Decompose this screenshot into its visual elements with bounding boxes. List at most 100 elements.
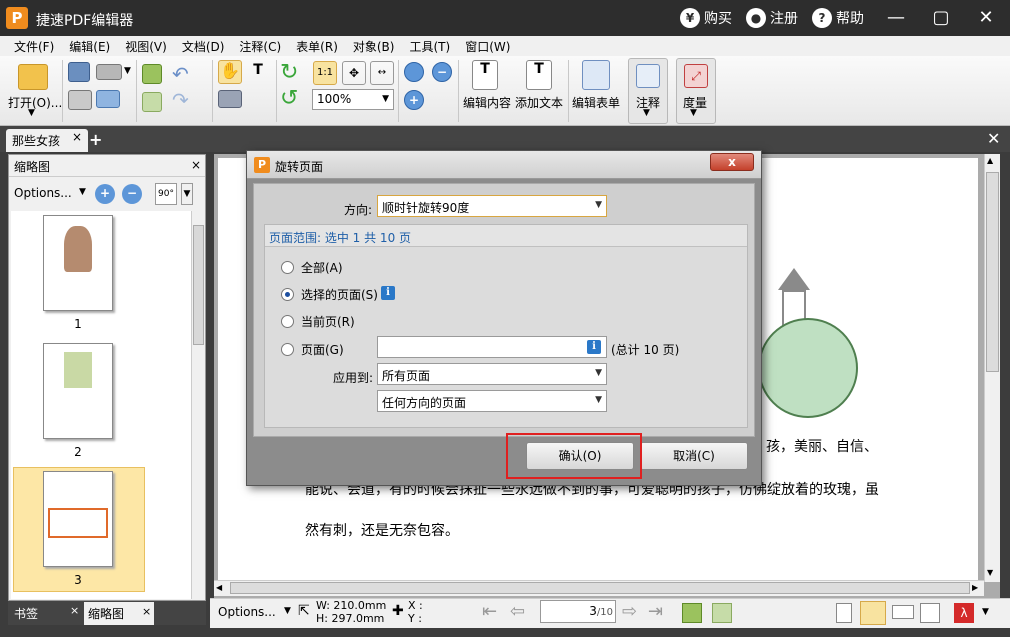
menu-comment[interactable]: 注释(C) bbox=[239, 38, 281, 55]
rotate-ccw-icon[interactable]: ↺ bbox=[280, 86, 298, 111]
thumb-zoom-in-icon[interactable]: + bbox=[95, 184, 115, 204]
status-options-dropdown-icon[interactable]: ▼ bbox=[284, 606, 291, 616]
register-button[interactable]: ● 注册 bbox=[746, 8, 798, 28]
redo-icon[interactable]: ↷ bbox=[172, 88, 189, 112]
apply-to-select[interactable]: 所有页面 ▼ bbox=[377, 363, 607, 385]
fit-page-icon[interactable]: ✥ bbox=[342, 61, 366, 85]
rotate-cw-icon[interactable]: ↻ bbox=[280, 60, 298, 85]
select-text-icon[interactable]: T bbox=[246, 62, 270, 84]
export-icon[interactable] bbox=[142, 92, 162, 112]
menu-view[interactable]: 视图(V) bbox=[125, 38, 167, 55]
menu-tools[interactable]: 工具(T) bbox=[409, 38, 450, 55]
go-forward-icon[interactable] bbox=[712, 603, 732, 623]
undo-icon[interactable]: ↶ bbox=[172, 62, 189, 86]
maximize-icon[interactable]: ▢ bbox=[927, 6, 955, 30]
single-page-view-icon[interactable] bbox=[836, 603, 852, 623]
bookmarks-tab-close-icon[interactable]: × bbox=[70, 604, 79, 617]
thumbnail-page-3[interactable] bbox=[43, 471, 113, 567]
minimize-icon[interactable]: — bbox=[882, 6, 910, 30]
annotate-dropdown-icon[interactable]: ▼ bbox=[643, 108, 650, 118]
last-page-icon[interactable]: ⇥ bbox=[648, 601, 663, 622]
buy-button[interactable]: ¥ 购买 bbox=[680, 8, 732, 28]
close-document-icon[interactable]: ✕ bbox=[987, 129, 1000, 148]
email-icon[interactable] bbox=[96, 90, 120, 108]
radio-page-range[interactable] bbox=[281, 343, 294, 356]
save-icon[interactable] bbox=[68, 62, 90, 82]
menu-document[interactable]: 文档(D) bbox=[182, 38, 225, 55]
illustration-bush bbox=[758, 318, 858, 418]
direction-dropdown-icon: ▼ bbox=[595, 200, 602, 210]
scroll-up-icon[interactable]: ▲ bbox=[987, 156, 993, 165]
horizontal-scrollbar[interactable]: ◀ ▶ bbox=[214, 580, 984, 596]
zoom-select[interactable]: 100% ▼ bbox=[312, 89, 394, 110]
bookmarks-tab[interactable]: 书签 bbox=[14, 605, 38, 622]
hand-tool-icon[interactable]: ✋ bbox=[218, 60, 242, 84]
fit-width-icon[interactable]: ↔ bbox=[370, 61, 394, 85]
pdf-dropdown-icon[interactable]: ▼ bbox=[982, 607, 989, 617]
import-icon[interactable] bbox=[142, 64, 162, 84]
edit-form-button[interactable]: 编辑表单 bbox=[572, 94, 620, 111]
go-back-icon[interactable] bbox=[682, 603, 702, 623]
thumb-zoom-out-icon[interactable]: − bbox=[122, 184, 142, 204]
panel-close-icon[interactable]: × bbox=[191, 158, 201, 172]
add-text-button[interactable]: 添加文本 bbox=[515, 94, 563, 111]
snapshot-icon[interactable] bbox=[218, 90, 242, 108]
scroll-left-icon[interactable]: ◀ bbox=[216, 583, 222, 592]
thumbnail-page-2[interactable] bbox=[43, 343, 113, 439]
menu-form[interactable]: 表单(R) bbox=[296, 38, 338, 55]
status-options-button[interactable]: Options... bbox=[218, 605, 276, 619]
two-page-view-icon[interactable] bbox=[892, 605, 914, 619]
edit-content-icon: T bbox=[472, 60, 498, 90]
open-button[interactable]: 打开(O)... bbox=[8, 94, 62, 111]
dialog-close-button[interactable]: x bbox=[710, 153, 754, 171]
direction-select[interactable]: 顺时针旋转90度 ▼ bbox=[377, 195, 607, 217]
zoom-out-icon[interactable]: − bbox=[432, 62, 452, 82]
print-icon[interactable] bbox=[68, 90, 92, 110]
scan-icon[interactable] bbox=[96, 64, 122, 80]
thumbnails-tab-close-icon[interactable]: × bbox=[142, 605, 151, 618]
zoom-in-icon[interactable]: + bbox=[404, 90, 424, 110]
vertical-scroll-thumb[interactable] bbox=[986, 172, 999, 372]
help-button[interactable]: ? 帮助 bbox=[812, 8, 864, 28]
page-number-input[interactable]: 3/10 bbox=[540, 600, 616, 623]
menu-window[interactable]: 窗口(W) bbox=[465, 38, 510, 55]
open-dropdown-icon[interactable]: ▼ bbox=[28, 108, 35, 118]
scroll-right-icon[interactable]: ▶ bbox=[972, 583, 978, 592]
prev-page-icon[interactable]: ⇦ bbox=[510, 601, 525, 622]
scan-dropdown-icon[interactable]: ▼ bbox=[124, 66, 131, 76]
pdf-icon[interactable]: λ bbox=[954, 603, 974, 623]
orientation-select[interactable]: 任何方向的页面 ▼ bbox=[377, 390, 607, 412]
tab-close-icon[interactable]: × bbox=[72, 130, 82, 144]
thumbnail-scroll-thumb[interactable] bbox=[193, 225, 204, 345]
measure-dropdown-icon[interactable]: ▼ bbox=[690, 108, 697, 118]
menu-file[interactable]: 文件(F) bbox=[14, 38, 54, 55]
zoom-select-icon[interactable] bbox=[404, 62, 424, 82]
horizontal-scroll-thumb[interactable] bbox=[230, 582, 970, 594]
thumbnail-label: 2 bbox=[74, 445, 82, 459]
close-window-icon[interactable]: ✕ bbox=[972, 6, 1000, 30]
thumbnail-scrollbar[interactable] bbox=[191, 211, 205, 599]
new-tab-icon[interactable]: + bbox=[89, 130, 102, 149]
continuous-view-icon[interactable] bbox=[860, 601, 886, 625]
thumbnail-options-button[interactable]: Options... bbox=[14, 186, 72, 200]
vertical-scrollbar[interactable]: ▲ ▼ bbox=[984, 154, 1000, 582]
menu-object[interactable]: 对象(B) bbox=[353, 38, 395, 55]
cancel-button[interactable]: 取消(C) bbox=[640, 442, 748, 470]
folder-open-icon[interactable] bbox=[18, 64, 48, 90]
rotate-dropdown-icon[interactable]: ▼ bbox=[181, 183, 193, 205]
actual-size-icon[interactable]: 1:1 bbox=[313, 61, 337, 85]
radio-current-page[interactable] bbox=[281, 315, 294, 328]
grid-view-icon[interactable] bbox=[920, 603, 940, 623]
radio-selected-pages[interactable] bbox=[281, 288, 294, 301]
menu-edit[interactable]: 编辑(E) bbox=[69, 38, 110, 55]
first-page-icon[interactable]: ⇤ bbox=[482, 601, 497, 622]
thumbnail-page-1[interactable] bbox=[43, 215, 113, 311]
rotate-90-icon[interactable]: 90° bbox=[155, 183, 177, 205]
document-tab[interactable]: 那些女孩 × bbox=[6, 129, 88, 152]
options-dropdown-icon[interactable]: ▼ bbox=[79, 187, 86, 197]
next-page-icon[interactable]: ⇨ bbox=[622, 601, 637, 622]
page-range-input[interactable] bbox=[377, 336, 607, 358]
edit-content-button[interactable]: 编辑内容 bbox=[463, 94, 511, 111]
radio-all-pages[interactable] bbox=[281, 261, 294, 274]
scroll-down-icon[interactable]: ▼ bbox=[987, 568, 993, 577]
